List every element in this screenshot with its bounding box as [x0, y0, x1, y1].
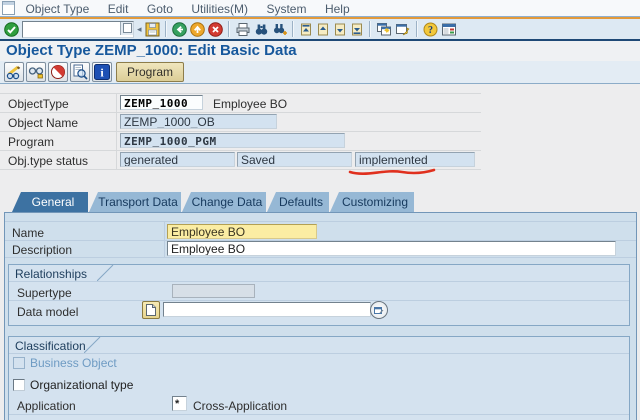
window-system-icon[interactable] [2, 1, 15, 15]
generate-icon[interactable] [48, 62, 68, 82]
application-field[interactable]: * [172, 396, 187, 411]
program-button[interactable]: Program [116, 62, 184, 82]
page-title: Object Type ZEMP_1000: Edit Basic Data [6, 42, 297, 59]
divider [164, 221, 165, 257]
collapse-toolbar-icon[interactable]: ◂ [137, 22, 142, 37]
divider [9, 414, 629, 415]
info-icon[interactable]: i [92, 62, 112, 82]
enter-icon[interactable] [4, 22, 19, 37]
business-object-checkbox [13, 357, 25, 369]
command-field-dropdown-icon[interactable] [120, 22, 133, 35]
group-header-diagonal [97, 265, 114, 281]
find-icon[interactable] [254, 22, 269, 37]
supertype-label: Supertype [17, 286, 72, 300]
application-label: Application [17, 399, 76, 413]
new-session-icon[interactable] [376, 22, 392, 37]
display-change-icon[interactable] [4, 62, 24, 82]
value-help-icon[interactable] [370, 301, 388, 319]
organizational-type-checkbox[interactable] [13, 379, 25, 391]
tab-defaults[interactable]: Defaults [267, 192, 329, 212]
menu-item-help[interactable]: Help [318, 1, 357, 17]
menu-item-edit[interactable]: Edit [101, 1, 136, 17]
check-icon[interactable] [70, 62, 90, 82]
create-data-model-icon[interactable] [142, 301, 160, 319]
divider [9, 281, 629, 282]
object-type-field[interactable]: ZEMP_1000 [120, 95, 203, 110]
object-type-description: Employee BO [213, 97, 287, 111]
object-type-label: ObjectType [8, 97, 69, 111]
red-underline-annotation [346, 166, 438, 178]
name-label: Name [12, 226, 44, 240]
business-object-label: Business Object [30, 356, 117, 370]
last-page-icon[interactable] [350, 22, 364, 37]
divider [0, 112, 481, 113]
divider [0, 83, 640, 84]
save-icon[interactable] [145, 22, 160, 37]
svg-text:?: ? [428, 25, 433, 36]
divider [228, 21, 230, 37]
tab-customizing[interactable]: Customizing [330, 192, 414, 212]
divider [0, 131, 481, 132]
divider [5, 221, 636, 222]
cancel-icon[interactable] [208, 22, 223, 37]
help-icon[interactable]: ? [423, 22, 438, 37]
tab-change-data[interactable]: Change Data [182, 192, 266, 212]
divider [9, 300, 629, 301]
create-shortcut-icon[interactable] [395, 22, 411, 37]
menu-item-utilities[interactable]: Utilities(M) [184, 1, 255, 17]
sap-gui-window: Object Type Edit Goto Utilities(M) Syste… [0, 0, 640, 420]
status-saved-field[interactable]: Saved [237, 152, 352, 167]
application-toolbar: i Program [0, 61, 640, 83]
divider [165, 21, 167, 37]
standard-toolbar: ◂ [0, 19, 640, 39]
back-icon[interactable] [172, 22, 187, 37]
divider [369, 21, 371, 37]
program-field[interactable]: ZEMP_1000_PGM [120, 133, 345, 148]
supertype-field [172, 284, 255, 298]
program-label: Program [8, 135, 54, 149]
first-page-icon[interactable] [299, 22, 313, 37]
tab-transport-data[interactable]: Transport Data [89, 192, 181, 212]
data-model-field[interactable] [163, 302, 371, 317]
status-implemented-field[interactable]: implemented [355, 152, 475, 167]
page-down-icon[interactable] [333, 22, 347, 37]
organizational-type-label: Organizational type [30, 378, 133, 392]
classification-title: Classification [15, 339, 86, 353]
find-next-icon[interactable] [272, 22, 287, 37]
customize-layout-icon[interactable] [441, 22, 457, 37]
divider [5, 257, 636, 258]
menu-item-object-type[interactable]: Object Type [18, 1, 96, 17]
divider [0, 150, 481, 151]
application-description: Cross-Application [193, 399, 287, 413]
command-field[interactable] [22, 21, 134, 38]
menu-item-goto[interactable]: Goto [140, 1, 180, 17]
name-field[interactable]: Employee BO [167, 224, 317, 239]
divider [0, 93, 481, 94]
object-name-label: Object Name [8, 116, 78, 130]
divider [116, 93, 117, 169]
divider [292, 21, 294, 37]
divider [416, 21, 418, 37]
data-model-label: Data model [17, 305, 78, 319]
relationships-title: Relationships [15, 267, 87, 281]
divider [9, 353, 629, 354]
print-icon[interactable] [235, 22, 251, 37]
tab-general[interactable]: General [12, 192, 88, 212]
page-up-icon[interactable] [316, 22, 330, 37]
exit-icon[interactable] [190, 22, 205, 37]
status-label: Obj.type status [8, 154, 88, 168]
description-label: Description [12, 243, 72, 257]
status-generated-field[interactable]: generated [120, 152, 235, 167]
glasses-icon[interactable] [26, 62, 46, 82]
title-bar: Object Type ZEMP_1000: Edit Basic Data [0, 41, 640, 61]
group-header-diagonal [84, 337, 101, 353]
menu-bar: Object Type Edit Goto Utilities(M) Syste… [0, 0, 640, 16]
object-name-field[interactable]: ZEMP_1000_OB [120, 114, 277, 129]
description-field[interactable]: Employee BO [167, 241, 616, 256]
menu-item-system[interactable]: System [259, 1, 313, 17]
